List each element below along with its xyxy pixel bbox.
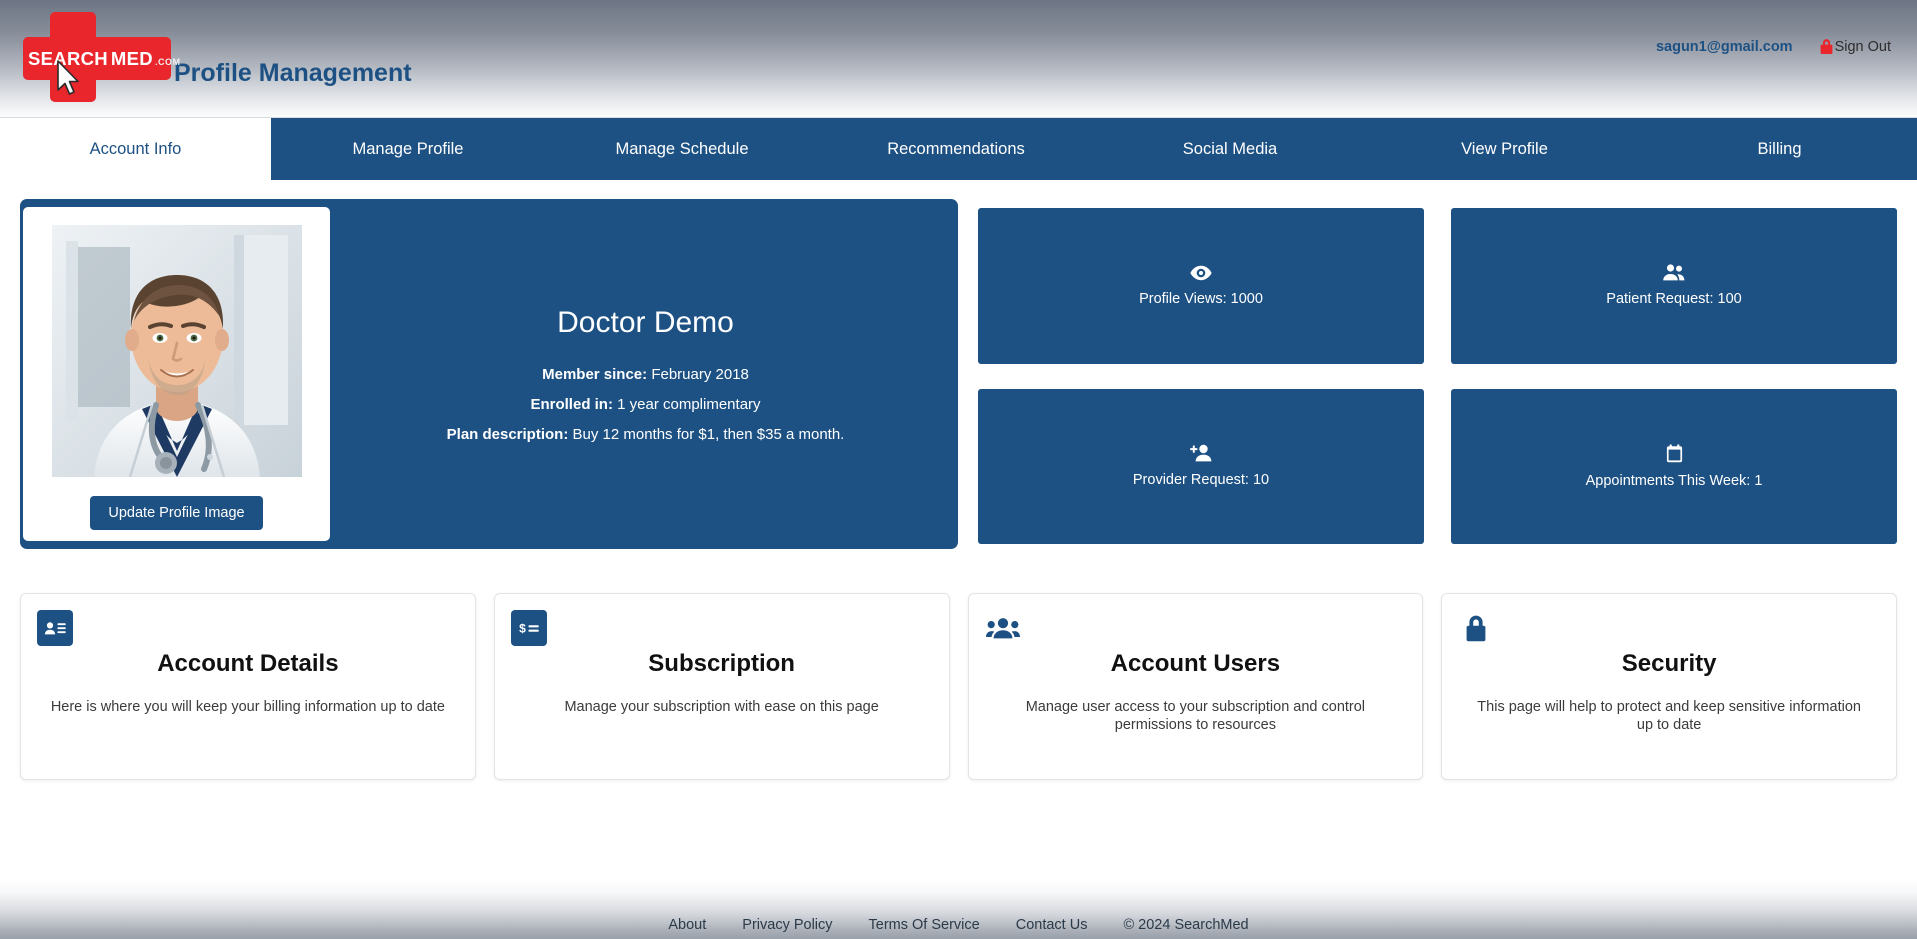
enrolled-in-value: 1 year complimentary bbox=[617, 396, 760, 413]
security-lock-icon-box bbox=[1458, 610, 1494, 646]
card-title-account-users: Account Users bbox=[985, 650, 1407, 678]
stat-label-appointments: Appointments This Week: 1 bbox=[1586, 473, 1763, 489]
eye-icon bbox=[1190, 265, 1212, 281]
stat-label-patient-request: Patient Request: 100 bbox=[1606, 291, 1741, 307]
stat-label-provider-request: Provider Request: 10 bbox=[1133, 472, 1269, 488]
main-navigation: Account Info Manage Profile Manage Sched… bbox=[0, 118, 1917, 180]
footer-link-privacy-policy[interactable]: Privacy Policy bbox=[742, 917, 832, 933]
card-desc-security: This page will help to protect and keep … bbox=[1458, 699, 1880, 734]
tab-view-profile[interactable]: View Profile bbox=[1367, 118, 1642, 180]
logo-med-text: MED bbox=[111, 48, 153, 70]
info-cards-row: Account Details Here is where you will k… bbox=[20, 593, 1897, 780]
lock-icon bbox=[1464, 614, 1488, 642]
tab-billing[interactable]: Billing bbox=[1642, 118, 1917, 180]
sign-out-label: Sign Out bbox=[1835, 39, 1891, 55]
card-desc-account-users: Manage user access to your subscription … bbox=[985, 699, 1407, 734]
user-email-link[interactable]: sagun1@gmail.com bbox=[1656, 39, 1793, 55]
users-group-icon-box bbox=[985, 610, 1021, 646]
member-since-line: Member since: February 2018 bbox=[542, 366, 749, 383]
logo-wordmark: SEARCHMED.COM bbox=[28, 43, 168, 74]
tab-account-info[interactable]: Account Info bbox=[0, 118, 271, 180]
card-title-account-details: Account Details bbox=[37, 650, 459, 678]
card-title-subscription: Subscription bbox=[511, 650, 933, 678]
profile-overview-row: Update Profile Image Doctor Demo Member … bbox=[20, 199, 1897, 549]
doctor-portrait-image bbox=[52, 225, 302, 477]
money-bill-icon: $ bbox=[516, 619, 542, 638]
logo-search-text: SEARCH bbox=[28, 48, 108, 70]
footer-link-about[interactable]: About bbox=[668, 917, 706, 933]
stat-card-profile-views[interactable]: Profile Views: 1000 bbox=[978, 208, 1424, 364]
page-footer: About Privacy Policy Terms Of Service Co… bbox=[0, 879, 1917, 939]
tab-manage-profile[interactable]: Manage Profile bbox=[271, 118, 545, 180]
profile-photo bbox=[52, 225, 302, 477]
footer-link-contact-us[interactable]: Contact Us bbox=[1016, 917, 1088, 933]
stat-card-appointments[interactable]: Appointments This Week: 1 bbox=[1451, 389, 1897, 545]
calendar-icon bbox=[1666, 444, 1683, 463]
stat-card-provider-request[interactable]: Provider Request: 10 bbox=[978, 389, 1424, 545]
stats-grid: Profile Views: 1000 Patient Request: 100 bbox=[978, 199, 1897, 549]
card-security[interactable]: Security This page will help to protect … bbox=[1441, 593, 1897, 780]
card-account-users[interactable]: Account Users Manage user access to your… bbox=[968, 593, 1424, 780]
card-subscription[interactable]: $ Subscription Manage your subscription … bbox=[494, 593, 950, 780]
plan-description-line: Plan description: Buy 12 months for $1, … bbox=[447, 426, 845, 443]
doctor-name: Doctor Demo bbox=[557, 306, 734, 340]
tab-recommendations[interactable]: Recommendations bbox=[819, 118, 1093, 180]
card-desc-subscription: Manage your subscription with ease on th… bbox=[511, 699, 933, 717]
main-content: Update Profile Image Doctor Demo Member … bbox=[0, 199, 1917, 780]
svg-text:$: $ bbox=[519, 621, 526, 635]
plan-description-value: Buy 12 months for $1, then $35 a month. bbox=[573, 426, 845, 443]
card-desc-account-details: Here is where you will keep your billing… bbox=[37, 699, 459, 717]
enrolled-in-label: Enrolled in: bbox=[530, 396, 613, 413]
profile-info: Doctor Demo Member since: February 2018 … bbox=[333, 199, 958, 549]
enrolled-in-line: Enrolled in: 1 year complimentary bbox=[530, 396, 760, 413]
tab-social-media[interactable]: Social Media bbox=[1093, 118, 1367, 180]
plan-description-label: Plan description: bbox=[447, 426, 569, 443]
page-header: SEARCHMED.COM Profile Management sagun1@… bbox=[0, 0, 1917, 118]
member-since-value: February 2018 bbox=[651, 366, 749, 383]
profile-photo-card: Update Profile Image bbox=[20, 204, 333, 544]
card-account-details[interactable]: Account Details Here is where you will k… bbox=[20, 593, 476, 780]
person-add-icon bbox=[1189, 444, 1213, 462]
sign-out-button[interactable]: Sign Out bbox=[1819, 38, 1891, 55]
money-bill-icon-box: $ bbox=[511, 610, 547, 646]
tab-manage-schedule[interactable]: Manage Schedule bbox=[545, 118, 819, 180]
footer-link-terms-of-service[interactable]: Terms Of Service bbox=[869, 917, 980, 933]
searchmed-logo[interactable]: SEARCHMED.COM bbox=[14, 10, 164, 104]
id-card-icon-box bbox=[37, 610, 73, 646]
logo-com-text: .COM bbox=[155, 57, 181, 67]
update-profile-image-button[interactable]: Update Profile Image bbox=[90, 496, 262, 530]
stat-label-profile-views: Profile Views: 1000 bbox=[1139, 291, 1263, 307]
lock-icon bbox=[1819, 38, 1834, 55]
member-since-label: Member since: bbox=[542, 366, 647, 383]
users-group-icon bbox=[986, 617, 1020, 639]
stat-card-patient-request[interactable]: Patient Request: 100 bbox=[1451, 208, 1897, 364]
profile-panel: Update Profile Image Doctor Demo Member … bbox=[20, 199, 958, 549]
brand: SEARCHMED.COM Profile Management bbox=[14, 10, 412, 104]
footer-copyright: © 2024 SearchMed bbox=[1123, 917, 1248, 933]
header-actions: sagun1@gmail.com Sign Out bbox=[1656, 38, 1891, 55]
id-card-icon bbox=[42, 619, 68, 638]
people-icon bbox=[1662, 264, 1686, 281]
page-title: Profile Management bbox=[174, 59, 412, 88]
card-title-security: Security bbox=[1458, 650, 1880, 678]
